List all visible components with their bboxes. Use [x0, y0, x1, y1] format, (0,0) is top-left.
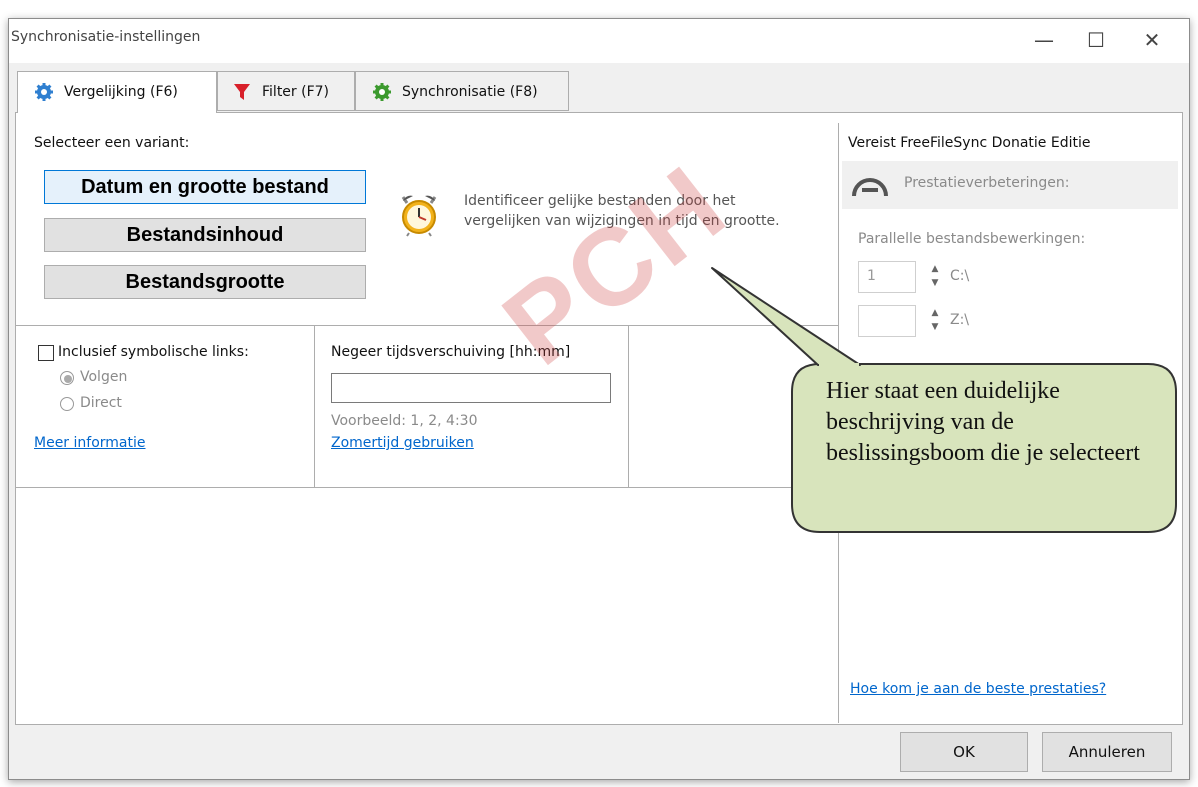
tab-filter[interactable]: Filter (F7)	[217, 71, 355, 111]
dst-link[interactable]: Zomertijd gebruiken	[331, 435, 474, 451]
radio-direct-label: Direct	[80, 395, 122, 411]
radio-direct[interactable]	[60, 397, 74, 411]
alarm-clock-icon	[401, 195, 437, 237]
gear-green-icon	[373, 83, 391, 101]
tab-comparison[interactable]: Vergelijking (F6)	[17, 71, 217, 113]
speedometer-icon	[852, 178, 888, 197]
symlinks-checkbox[interactable]	[38, 345, 54, 361]
parallel-ops-label: Parallelle bestandsbewerkingen:	[858, 231, 1086, 247]
variant-size-button[interactable]: Bestandsgrootte	[44, 265, 366, 299]
minimize-button[interactable]: —	[1021, 23, 1067, 57]
performance-title: Prestatieverbeteringen:	[904, 175, 1070, 191]
funnel-icon	[234, 84, 250, 100]
symlinks-label: Inclusief symbolische links:	[58, 344, 249, 360]
divider-vertical-2	[628, 325, 629, 487]
gear-icon	[35, 83, 53, 101]
more-info-link[interactable]: Meer informatie	[34, 435, 146, 451]
timeshift-example: Voorbeeld: 1, 2, 4:30	[331, 413, 478, 429]
select-variant-label: Selecteer een variant:	[34, 135, 190, 151]
window-title: Synchronisatie-instellingen	[11, 29, 201, 45]
radio-follow-label: Volgen	[80, 369, 128, 385]
ok-button[interactable]: OK	[900, 732, 1028, 772]
divider-vertical-1	[314, 325, 315, 487]
donation-edition-header: Vereist FreeFileSync Donatie Editie	[848, 135, 1091, 151]
title-bar: Synchronisatie-instellingen — ☐ ✕	[9, 19, 1189, 63]
maximize-button[interactable]: ☐	[1073, 23, 1119, 57]
tab-synchronization[interactable]: Synchronisatie (F8)	[355, 71, 569, 111]
tab-synchronization-label: Synchronisatie (F8)	[402, 84, 538, 100]
close-button[interactable]: ✕	[1129, 23, 1175, 57]
radio-follow[interactable]	[60, 371, 74, 385]
variant-date-size-button[interactable]: Datum en grootte bestand	[44, 170, 366, 204]
cancel-button[interactable]: Annuleren	[1042, 732, 1172, 772]
variant-content-button[interactable]: Bestandsinhoud	[44, 218, 366, 252]
callout-text: Hier staat een duidelijke beschrijving v…	[826, 378, 1140, 466]
best-performance-link[interactable]: Hoe kom je aan de beste prestaties?	[850, 681, 1106, 697]
tab-filter-label: Filter (F7)	[262, 84, 330, 100]
tab-comparison-label: Vergelijking (F6)	[64, 84, 178, 100]
